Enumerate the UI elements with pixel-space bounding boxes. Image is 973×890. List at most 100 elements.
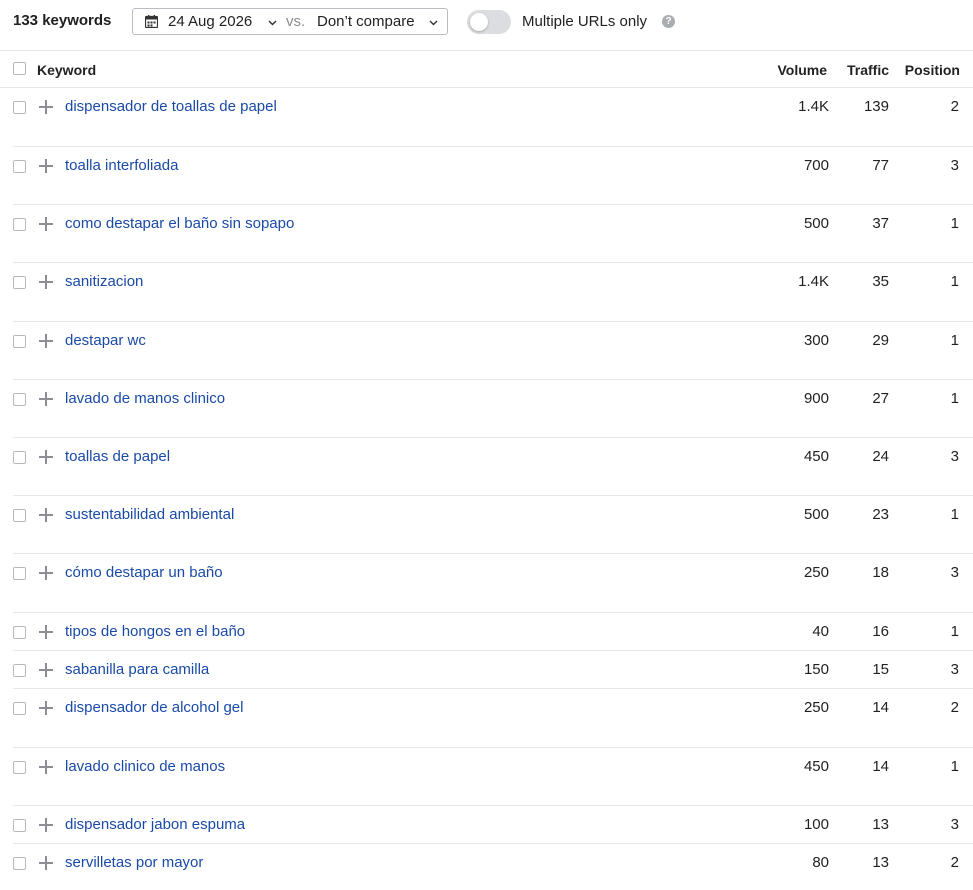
position-value: 2 xyxy=(950,699,959,716)
traffic-value: 77 xyxy=(872,157,889,174)
table-row: servilletas por mayor 80 13 2 xyxy=(13,844,973,890)
volume-value: 1.4K xyxy=(798,98,829,115)
traffic-value: 16 xyxy=(872,623,889,640)
traffic-value: 14 xyxy=(872,699,889,716)
row-checkbox[interactable] xyxy=(13,819,26,832)
table-row: dispensador de alcohol gel 250 14 2 xyxy=(13,689,973,748)
row-checkbox[interactable] xyxy=(13,101,26,114)
keyword-link[interactable]: cómo destapar un baño xyxy=(65,564,223,581)
date-value[interactable]: 24 Aug 2026 xyxy=(168,13,252,30)
keyword-link[interactable]: lavado de manos clinico xyxy=(65,390,225,407)
position-value: 3 xyxy=(950,157,959,174)
traffic-value: 37 xyxy=(872,215,889,232)
plus-icon[interactable] xyxy=(39,856,53,870)
keyword-link[interactable]: lavado clinico de manos xyxy=(65,758,225,775)
position-value: 1 xyxy=(950,506,959,523)
volume-value: 500 xyxy=(803,215,829,232)
column-header-position[interactable]: Position xyxy=(905,62,960,78)
volume-value: 500 xyxy=(803,506,829,523)
column-header-traffic[interactable]: Traffic xyxy=(847,62,889,78)
chevron-down-icon[interactable] xyxy=(429,20,438,26)
table-header: Keyword Volume Traffic Position xyxy=(0,50,973,88)
traffic-value: 23 xyxy=(872,506,889,523)
column-header-keyword[interactable]: Keyword xyxy=(37,62,96,78)
plus-icon[interactable] xyxy=(39,701,53,715)
traffic-value: 35 xyxy=(872,273,889,290)
position-value: 1 xyxy=(950,273,959,290)
row-checkbox[interactable] xyxy=(13,857,26,870)
row-checkbox[interactable] xyxy=(13,664,26,677)
plus-icon[interactable] xyxy=(39,625,53,639)
table-row: lavado clinico de manos 450 14 1 xyxy=(13,748,973,806)
row-checkbox[interactable] xyxy=(13,276,26,289)
position-value: 1 xyxy=(950,390,959,407)
keywords-count: 133 keywords xyxy=(13,12,112,29)
keyword-link[interactable]: dispensador de alcohol gel xyxy=(65,699,243,716)
date-compare-selector[interactable]: 24 Aug 2026 vs. Don’t compare xyxy=(132,8,448,35)
keyword-link[interactable]: dispensador jabon espuma xyxy=(65,816,245,833)
compare-mode-value[interactable]: Don’t compare xyxy=(317,13,415,30)
column-header-volume[interactable]: Volume xyxy=(777,62,827,78)
row-checkbox[interactable] xyxy=(13,761,26,774)
multiple-urls-label: Multiple URLs only xyxy=(522,13,648,30)
keyword-link[interactable]: toallas de papel xyxy=(65,448,170,465)
keyword-link[interactable]: sustentabilidad ambiental xyxy=(65,506,234,523)
table-row: dispensador jabon espuma 100 13 3 xyxy=(13,806,973,844)
volume-value: 300 xyxy=(803,332,829,349)
keyword-link[interactable]: como destapar el baño sin sopapo xyxy=(65,215,294,232)
volume-value: 900 xyxy=(803,390,829,407)
table-row: sustentabilidad ambiental 500 23 1 xyxy=(13,496,973,554)
toggle-knob xyxy=(470,13,488,31)
position-value: 3 xyxy=(950,661,959,678)
keyword-link[interactable]: tipos de hongos en el baño xyxy=(65,623,245,640)
row-checkbox[interactable] xyxy=(13,218,26,231)
row-checkbox[interactable] xyxy=(13,451,26,464)
volume-value: 100 xyxy=(803,816,829,833)
position-value: 3 xyxy=(950,448,959,465)
volume-value: 250 xyxy=(803,564,829,581)
position-value: 1 xyxy=(950,758,959,775)
multiple-urls-toggle[interactable] xyxy=(467,10,511,34)
keyword-link[interactable]: dispensador de toallas de papel xyxy=(65,98,277,115)
select-all-checkbox[interactable] xyxy=(13,62,26,75)
row-checkbox[interactable] xyxy=(13,626,26,639)
position-value: 1 xyxy=(950,623,959,640)
plus-icon[interactable] xyxy=(39,818,53,832)
help-icon[interactable]: ? xyxy=(662,15,675,28)
keyword-link[interactable]: toalla interfoliada xyxy=(65,157,178,174)
traffic-value: 15 xyxy=(872,661,889,678)
keyword-link[interactable]: sabanilla para camilla xyxy=(65,661,209,678)
keyword-link[interactable]: destapar wc xyxy=(65,332,146,349)
table-row: destapar wc 300 29 1 xyxy=(13,322,973,380)
plus-icon[interactable] xyxy=(39,566,53,580)
position-value: 2 xyxy=(950,854,959,871)
volume-value: 700 xyxy=(803,157,829,174)
row-checkbox[interactable] xyxy=(13,335,26,348)
plus-icon[interactable] xyxy=(39,392,53,406)
row-checkbox[interactable] xyxy=(13,567,26,580)
plus-icon[interactable] xyxy=(39,275,53,289)
volume-value: 450 xyxy=(803,448,829,465)
keyword-link[interactable]: servilletas por mayor xyxy=(65,854,203,871)
plus-icon[interactable] xyxy=(39,217,53,231)
plus-icon[interactable] xyxy=(39,450,53,464)
table-row: cómo destapar un baño 250 18 3 xyxy=(13,554,973,613)
row-checkbox[interactable] xyxy=(13,393,26,406)
traffic-value: 24 xyxy=(872,448,889,465)
position-value: 1 xyxy=(950,215,959,232)
table-row: lavado de manos clinico 900 27 1 xyxy=(13,380,973,438)
plus-icon[interactable] xyxy=(39,760,53,774)
row-checkbox[interactable] xyxy=(13,160,26,173)
keyword-link[interactable]: sanitizacion xyxy=(65,273,143,290)
calendar-icon xyxy=(145,15,158,28)
row-checkbox[interactable] xyxy=(13,702,26,715)
plus-icon[interactable] xyxy=(39,334,53,348)
chevron-down-icon[interactable] xyxy=(268,20,277,26)
plus-icon[interactable] xyxy=(39,663,53,677)
volume-value: 150 xyxy=(803,661,829,678)
plus-icon[interactable] xyxy=(39,159,53,173)
plus-icon[interactable] xyxy=(39,100,53,114)
volume-value: 250 xyxy=(803,699,829,716)
plus-icon[interactable] xyxy=(39,508,53,522)
row-checkbox[interactable] xyxy=(13,509,26,522)
